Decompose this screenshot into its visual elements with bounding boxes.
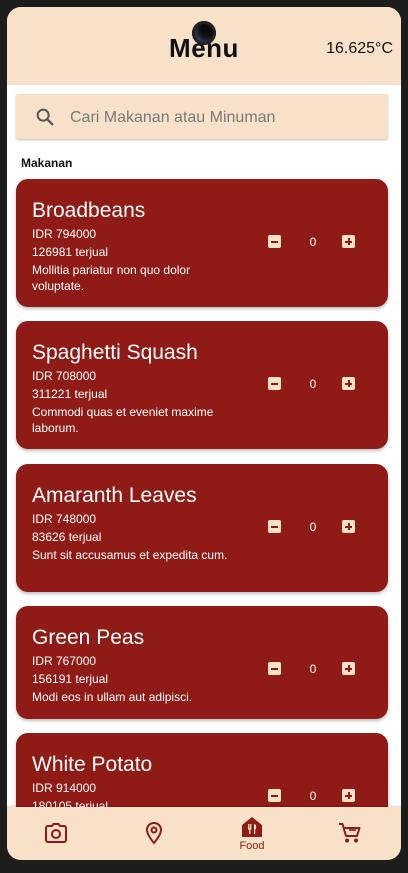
section-label: Makanan [21,156,73,170]
food-card[interactable]: Broadbeans IDR 794000 126981 terjual Mol… [16,179,388,307]
food-description: Mollitia pariatur non quo dolor voluptat… [32,263,191,293]
food-name: Amaranth Leaves [32,484,197,507]
increase-button[interactable] [342,235,355,248]
quantity-stepper: 0 [268,235,358,249]
quantity-stepper: 0 [268,789,358,803]
quantity-stepper: 0 [268,662,358,676]
food-sold-count: 180105 terjual [32,799,109,807]
decrease-button[interactable] [268,235,281,248]
food-name: Broadbeans [32,199,146,222]
app-bar: Menu 16.625°C [7,7,401,85]
food-sold-count: 126981 terjual [32,245,109,259]
camera-icon [45,823,67,843]
food-name: Spaghetti Squash [32,341,198,364]
food-description: Commodi quas et eveniet maxime laborum. [32,405,214,435]
food-card[interactable]: White Potato IDR 914000 180105 terjual 0 [16,733,388,807]
increase-button[interactable] [342,377,355,390]
quantity-value: 0 [309,520,317,534]
food-name: White Potato [32,753,153,776]
quantity-stepper: 0 [268,377,358,391]
increase-button[interactable] [342,789,355,802]
food-list[interactable]: Broadbeans IDR 794000 126981 terjual Mol… [7,179,401,807]
nav-food-label: Food [239,840,265,852]
cart-icon [339,823,361,843]
food-price: IDR 914000 [32,781,97,795]
quantity-value: 0 [309,377,317,391]
decrease-button[interactable] [268,520,281,533]
nav-food[interactable]: Food [203,807,301,860]
search-icon [36,108,54,126]
decrease-button[interactable] [268,377,281,390]
food-card[interactable]: Amaranth Leaves IDR 748000 83626 terjual… [16,464,388,592]
food-price: IDR 708000 [32,369,97,383]
search-input[interactable] [68,94,382,141]
decrease-button[interactable] [268,789,281,802]
food-description: Modi eos in ullam aut adipisci. [32,690,193,704]
quantity-value: 0 [309,235,317,249]
bottom-navigation: Food [7,807,401,860]
decrease-button[interactable] [268,662,281,675]
food-card[interactable]: Green Peas IDR 767000 156191 terjual Mod… [16,606,388,719]
nav-location[interactable] [105,807,203,860]
food-sold-count: 311221 terjual [32,387,108,401]
app-screen: Menu 16.625°C Makanan Broadbeans IDR 794… [7,7,401,860]
quantity-value: 0 [309,789,317,803]
front-camera [192,21,216,45]
increase-button[interactable] [342,662,355,675]
food-sold-count: 156191 terjual [32,672,109,686]
food-description: Sunt sit accusamus et expedita cum. [32,548,228,562]
temperature-readout: 16.625°C [326,40,393,57]
food-price: IDR 767000 [32,654,97,668]
increase-button[interactable] [342,520,355,533]
search-bar[interactable] [16,94,388,141]
food-icon [242,817,262,837]
quantity-stepper: 0 [268,520,358,534]
food-price: IDR 794000 [32,227,97,241]
location-pin-icon [145,821,163,845]
food-price: IDR 748000 [32,512,97,526]
nav-camera[interactable] [7,807,105,860]
food-card[interactable]: Spaghetti Squash IDR 708000 311221 terju… [16,321,388,449]
quantity-value: 0 [309,662,317,676]
food-sold-count: 83626 terjual [32,530,102,544]
nav-cart[interactable] [301,807,399,860]
food-name: Green Peas [32,626,145,649]
